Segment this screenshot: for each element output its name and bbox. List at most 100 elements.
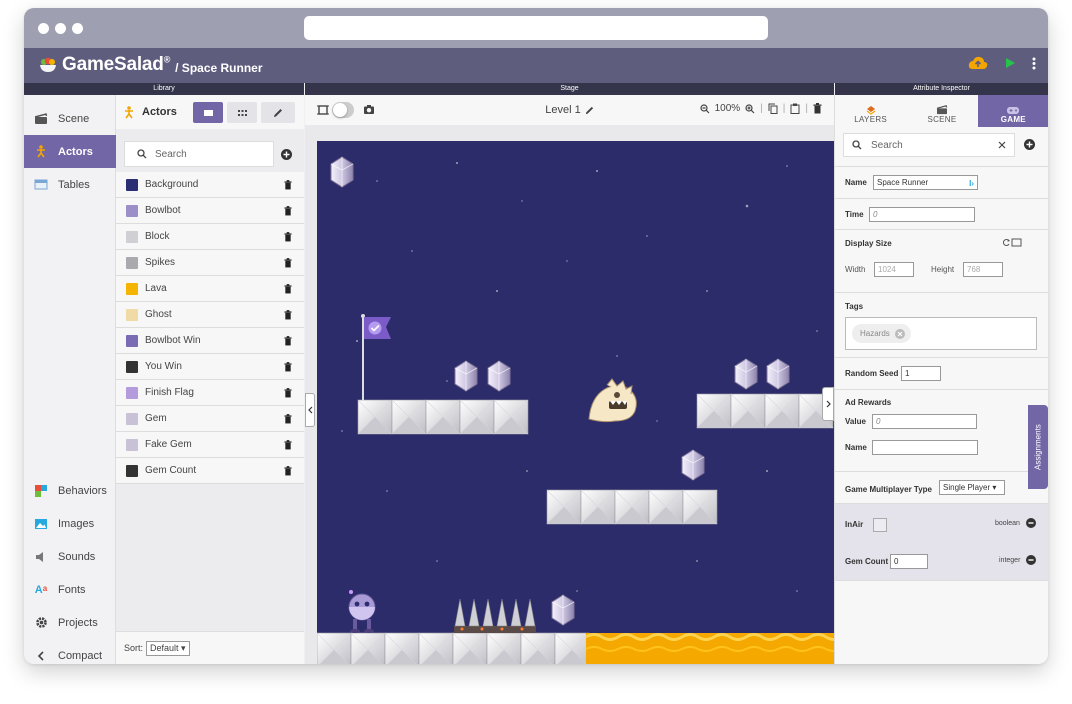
library-panel: Actors Search Background Bowlbot Block Spik… xyxy=(116,95,304,664)
random-seed-input[interactable]: 1 xyxy=(901,366,941,381)
sort-bar: Sort: Default ▾ xyxy=(116,631,304,664)
list-item[interactable]: Bowlbot xyxy=(116,198,304,224)
copy-icon[interactable] xyxy=(768,103,778,114)
time-input[interactable]: 0 xyxy=(869,207,975,222)
height-input[interactable]: 768 xyxy=(963,262,1003,277)
ad-name-input[interactable] xyxy=(872,440,978,455)
name-label: Name xyxy=(845,178,867,187)
remove-attribute-icon[interactable] xyxy=(1026,518,1036,528)
clear-search-icon[interactable] xyxy=(998,141,1006,149)
list-item[interactable]: Gem xyxy=(116,406,304,432)
tags-field[interactable]: Hazards xyxy=(845,317,1037,350)
sidebar-item-projects[interactable]: Projects xyxy=(24,606,116,639)
actor-search-field[interactable]: Search xyxy=(124,141,274,167)
more-vertical-icon[interactable] xyxy=(1032,57,1036,70)
list-item[interactable]: Lava xyxy=(116,276,304,302)
list-view-button[interactable] xyxy=(193,102,223,123)
multiplayer-select[interactable]: Single Player ▾ xyxy=(939,480,1005,495)
trash-icon[interactable] xyxy=(284,258,292,268)
trash-icon[interactable] xyxy=(284,466,292,476)
actor-label: Background xyxy=(145,179,199,190)
sidebar-item-tables[interactable]: Tables xyxy=(24,168,116,201)
play-icon[interactable] xyxy=(1004,57,1016,69)
trash-icon[interactable] xyxy=(284,362,292,372)
sidebar-item-fonts[interactable]: Aa Fonts xyxy=(24,573,116,606)
zoom-out-icon[interactable] xyxy=(699,103,710,114)
trash-icon[interactable] xyxy=(813,103,822,114)
list-item[interactable]: Bowlbot Win xyxy=(116,328,304,354)
trash-icon[interactable] xyxy=(284,440,292,450)
sidebar-item-scene[interactable]: Scene xyxy=(24,102,116,135)
gear-icon xyxy=(35,617,47,628)
tab-scene[interactable]: SCENE xyxy=(906,95,977,127)
add-actor-icon[interactable] xyxy=(281,149,292,160)
trash-icon[interactable] xyxy=(284,414,292,424)
width-input[interactable]: 1024 xyxy=(874,262,914,277)
attribute-search-field[interactable]: Search xyxy=(843,133,1015,157)
scene-icon xyxy=(34,112,48,124)
trash-icon[interactable] xyxy=(284,284,292,294)
stage-canvas[interactable] xyxy=(317,141,834,664)
actor-thumbnail xyxy=(126,412,138,425)
zoom-in-icon[interactable] xyxy=(745,103,755,114)
list-item[interactable]: Ghost xyxy=(116,302,304,328)
sidebar-item-images[interactable]: Images xyxy=(24,507,116,540)
tab-game[interactable]: GAME xyxy=(977,95,1048,127)
rotate-orientation-icon[interactable] xyxy=(1002,238,1022,247)
actor-label: Fake Gem xyxy=(145,439,192,450)
sidebar-item-behaviors[interactable]: Behaviors xyxy=(24,474,116,507)
lava-pool xyxy=(585,633,834,664)
actor-search-placeholder: Search xyxy=(155,148,187,160)
list-item[interactable]: Finish Flag xyxy=(116,380,304,406)
trash-icon[interactable] xyxy=(284,180,292,190)
remove-tag-icon[interactable] xyxy=(894,328,905,339)
window-dot-maximize[interactable] xyxy=(72,23,83,34)
list-item[interactable]: Block xyxy=(116,224,304,250)
collapse-library-handle[interactable] xyxy=(305,393,315,427)
trash-icon[interactable] xyxy=(284,232,292,242)
sidebar-item-actors[interactable]: Actors xyxy=(24,135,116,168)
gemcount-input[interactable]: 0 xyxy=(890,554,928,569)
edit-button[interactable] xyxy=(261,102,295,123)
list-item[interactable]: Fake Gem xyxy=(116,432,304,458)
sort-select[interactable]: Default ▾ xyxy=(146,640,190,656)
stage-section-title: Stage xyxy=(305,83,834,95)
actor-label: Bowlbot xyxy=(145,205,181,216)
list-item[interactable]: Spikes xyxy=(116,250,304,276)
sound-icon xyxy=(36,551,43,562)
inair-checkbox[interactable] xyxy=(873,518,887,532)
sidebar-item-compact[interactable]: Compact xyxy=(24,639,116,664)
list-view-icon xyxy=(203,109,213,116)
ad-value-input[interactable]: 0 xyxy=(872,414,977,429)
project-name: / Space Runner xyxy=(175,61,263,75)
list-item[interactable]: You Win xyxy=(116,354,304,380)
list-item[interactable]: Background xyxy=(116,172,304,198)
assignments-tab[interactable]: Assignments xyxy=(1028,405,1048,489)
paste-icon[interactable] xyxy=(790,103,800,114)
sidebar-item-sounds[interactable]: Sounds xyxy=(24,540,116,573)
actor-label: Gem xyxy=(145,413,167,424)
upload-cloud-icon[interactable] xyxy=(968,56,988,70)
trash-icon[interactable] xyxy=(284,336,292,346)
add-attribute-icon[interactable] xyxy=(1024,139,1035,150)
list-item[interactable]: Gem Count xyxy=(116,458,304,484)
address-bar[interactable] xyxy=(304,16,768,40)
actor-thumbnail xyxy=(126,334,138,347)
sidebar-item-label: Behaviors xyxy=(58,484,107,497)
trash-icon[interactable] xyxy=(284,388,292,398)
tab-layers[interactable]: LAYERS xyxy=(835,95,906,127)
game-name-input[interactable]: Space Runner I› xyxy=(873,175,978,190)
trash-icon[interactable] xyxy=(284,206,292,216)
collapse-inspector-handle[interactable] xyxy=(822,387,834,421)
trash-icon[interactable] xyxy=(284,310,292,320)
actor-label: Lava xyxy=(145,283,167,294)
window-dot-close[interactable] xyxy=(38,23,49,34)
grid-view-button[interactable] xyxy=(227,102,257,123)
sidebar-item-label: Tables xyxy=(58,178,90,191)
actor-icon xyxy=(125,105,133,118)
tags-label: Tags xyxy=(845,302,864,311)
app-logo: GameSalad® / Space Runner xyxy=(38,54,263,76)
remove-attribute-icon[interactable] xyxy=(1026,555,1036,565)
window-dot-minimize[interactable] xyxy=(55,23,66,34)
search-icon xyxy=(137,149,147,159)
